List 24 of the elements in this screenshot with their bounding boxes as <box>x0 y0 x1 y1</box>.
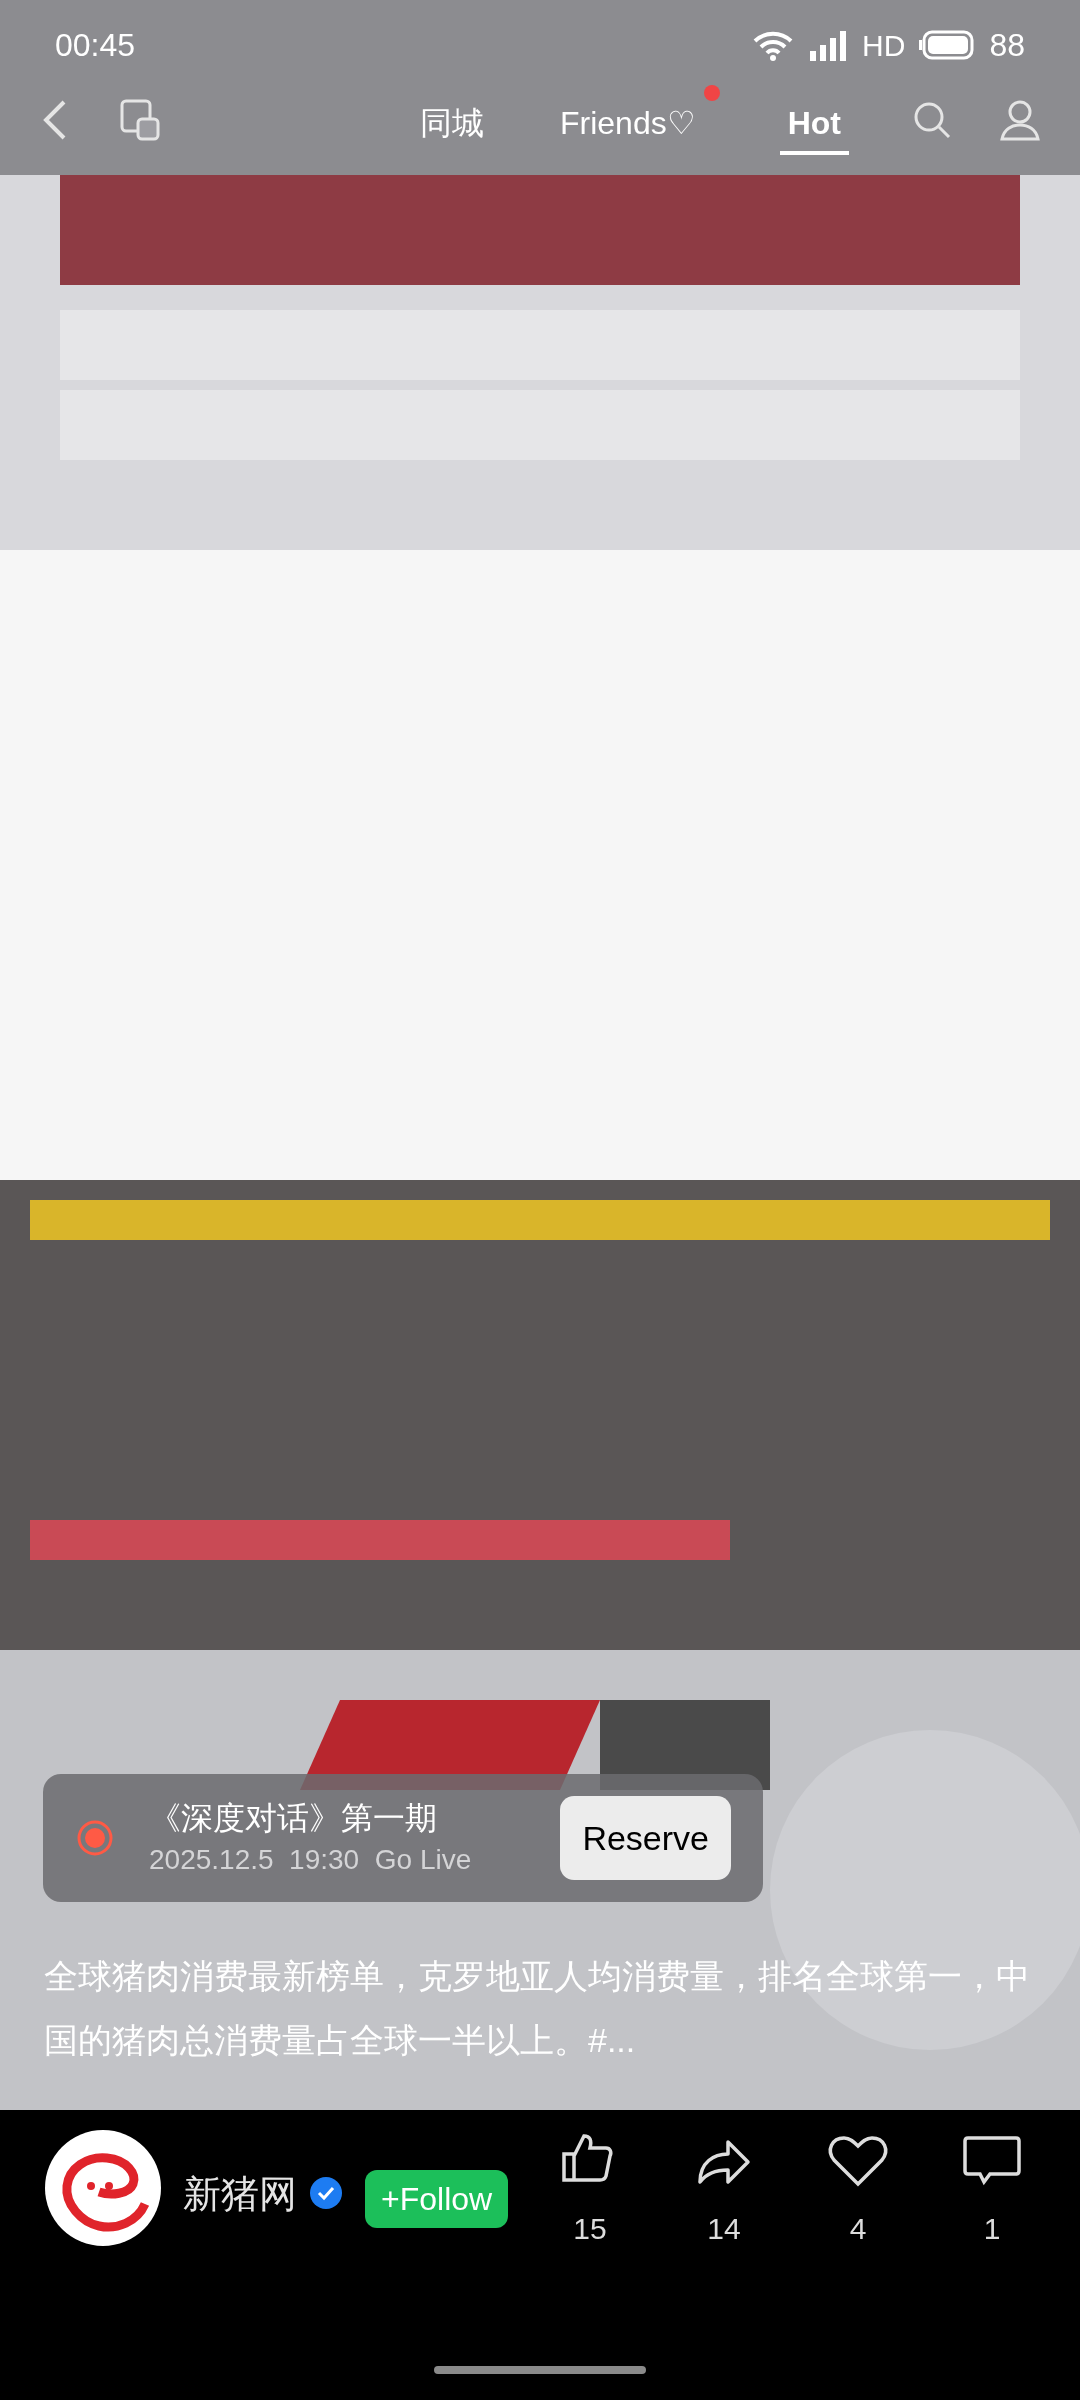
channel-name[interactable]: 新猪网 <box>183 2166 297 2223</box>
action-count: 4 <box>849 2211 867 2247</box>
cast-icon[interactable] <box>120 99 162 141</box>
live-icon <box>75 1818 115 1858</box>
battery-icon <box>919 30 976 60</box>
nav-tab[interactable]: Hot <box>779 85 849 155</box>
follow-button[interactable]: +Follow <box>365 2170 509 2228</box>
nav-tab[interactable]: 同城 <box>412 85 492 155</box>
channel-avatar[interactable] <box>45 2130 161 2246</box>
live-reservation-card[interactable]: 《深度对话》第一期 2025.12.5 19:30 Go Live Reserve <box>43 1774 763 1902</box>
live-title: 《深度对话》第一期 <box>149 1799 438 1838</box>
signal-icon <box>808 29 849 61</box>
nav-tab[interactable]: Friends♡ <box>552 85 720 155</box>
action-count: 1 <box>983 2211 1001 2247</box>
battery-level: 88 <box>989 26 1025 65</box>
live-time: 2025.12.5 19:30 Go Live <box>149 1843 472 1877</box>
action-count: 15 <box>573 2211 607 2247</box>
action-count: 14 <box>707 2211 741 2247</box>
profile-icon[interactable] <box>1000 99 1040 141</box>
search-icon[interactable] <box>912 100 952 140</box>
network-label: HD <box>862 27 906 64</box>
wifi-icon <box>752 29 795 61</box>
status-time: 00:45 <box>55 26 136 65</box>
reserve-button[interactable]: Reserve <box>560 1796 731 1880</box>
